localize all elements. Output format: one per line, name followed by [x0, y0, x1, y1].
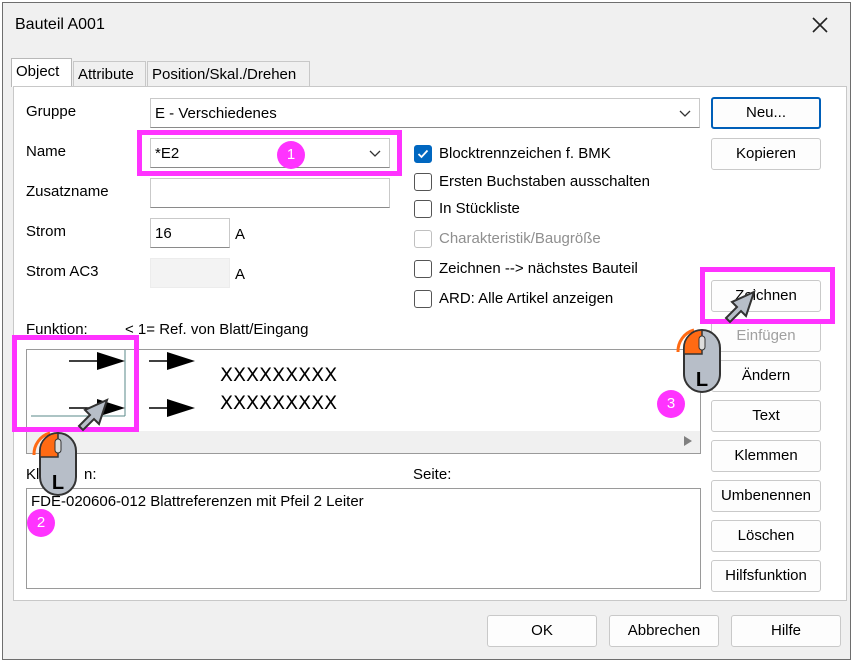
kopieren-button[interactable]: Kopieren	[711, 138, 821, 170]
hilfsfunktion-button-label: Hilfsfunktion	[725, 567, 807, 584]
mouse-left-click-icon: L	[676, 328, 721, 393]
cursor-arrow-icon	[724, 290, 756, 324]
close-icon[interactable]	[808, 13, 832, 37]
zusatzname-input[interactable]	[150, 178, 390, 208]
checkbox-box	[414, 230, 432, 248]
step-badge-2: 2	[27, 509, 55, 537]
name-label: Name	[26, 143, 67, 160]
tab-attribute-label: Attribute	[78, 66, 134, 83]
loeschen-button-label: Löschen	[737, 527, 795, 544]
svg-text:L: L	[52, 472, 64, 494]
umbenennen-button[interactable]: Umbenennen	[711, 480, 821, 512]
loeschen-button[interactable]: Löschen	[711, 520, 821, 552]
horizontal-scrollbar[interactable]	[27, 431, 700, 453]
tab-attribute[interactable]: Attribute	[73, 61, 146, 86]
tab-object[interactable]: Object	[11, 58, 72, 87]
kopieren-button-label: Kopieren	[735, 145, 797, 162]
ok-button[interactable]: OK	[487, 615, 597, 647]
checkbox-box	[414, 173, 432, 191]
abbrechen-button[interactable]: Abbrechen	[609, 615, 719, 647]
hilfe-button[interactable]: Hilfe	[731, 615, 841, 647]
strom-label: Strom	[26, 223, 67, 240]
tab-object-label: Object	[16, 63, 60, 80]
checkbox-label: Ersten Buchstaben ausschalten	[439, 173, 650, 190]
window-title: Bauteil A001	[15, 16, 105, 33]
step-badge-1: 1	[277, 141, 305, 169]
text-button[interactable]: Text	[711, 400, 821, 432]
scroll-right-icon[interactable]	[684, 436, 692, 446]
tab-position[interactable]: Position/Skal./Drehen	[147, 61, 310, 86]
highlight-name-field	[137, 130, 402, 176]
funktion-info: < 1= Ref. von Blatt/Eingang	[125, 321, 309, 338]
ok-button-label: OK	[531, 622, 553, 639]
chevron-down-icon	[679, 110, 691, 117]
klemmen-button[interactable]: Klemmen	[711, 440, 821, 472]
checkbox-label: ARD: Alle Artikel anzeigen	[439, 290, 614, 307]
title-bar: Bauteil A001	[3, 3, 850, 47]
arrow-symbols	[149, 352, 195, 417]
neu-button[interactable]: Neu...	[711, 97, 821, 129]
strom-input[interactable]: 16	[150, 218, 230, 248]
function-line-2: XXXXXXXXX	[220, 392, 338, 414]
strom-unit: A	[235, 226, 246, 243]
klemmen-button-label: Klemmen	[734, 447, 798, 464]
cursor-arrow-icon	[77, 398, 109, 432]
abbrechen-button-label: Abbrechen	[627, 622, 701, 639]
checkbox-checked-icon	[414, 145, 432, 163]
checkbox-label: Charakteristik/Baugröße	[439, 230, 601, 247]
checkbox-label: Zeichnen --> nächstes Bauteil	[439, 260, 638, 277]
gruppe-select[interactable]: E - Verschiedenes	[150, 98, 700, 128]
text-button-label: Text	[752, 407, 780, 424]
hilfe-button-label: Hilfe	[770, 622, 801, 639]
gruppe-label: Gruppe	[26, 103, 77, 120]
umbenennen-button-label: Umbenennen	[720, 487, 812, 504]
strom-ac3-input	[150, 258, 230, 288]
neu-button-label: Neu...	[745, 104, 787, 121]
gruppe-value: E - Verschiedenes	[155, 105, 277, 122]
checkbox-box	[414, 200, 432, 218]
checkbox-label: Blocktrennzeichen f. BMK	[439, 145, 611, 162]
tab-position-label: Position/Skal./Drehen	[152, 66, 297, 83]
strom-ac3-unit: A	[235, 266, 246, 283]
function-line-1: XXXXXXXXX	[220, 364, 338, 386]
strom-ac3-label: Strom AC3	[26, 263, 99, 280]
highlight-zeichnen-button	[700, 267, 835, 324]
klemmen-textarea[interactable]: FDE-020606-012 Blattreferenzen mit Pfeil…	[26, 488, 701, 589]
checkbox-label: In Stückliste	[439, 200, 520, 217]
seite-label: Seite:	[413, 466, 452, 483]
hilfsfunktion-button[interactable]: Hilfsfunktion	[711, 560, 821, 592]
svg-text:L: L	[696, 369, 708, 391]
aendern-button-label: Ändern	[741, 367, 791, 384]
zusatzname-label: Zusatzname	[26, 183, 109, 200]
checkbox-box	[414, 290, 432, 308]
checkbox-box	[414, 260, 432, 278]
